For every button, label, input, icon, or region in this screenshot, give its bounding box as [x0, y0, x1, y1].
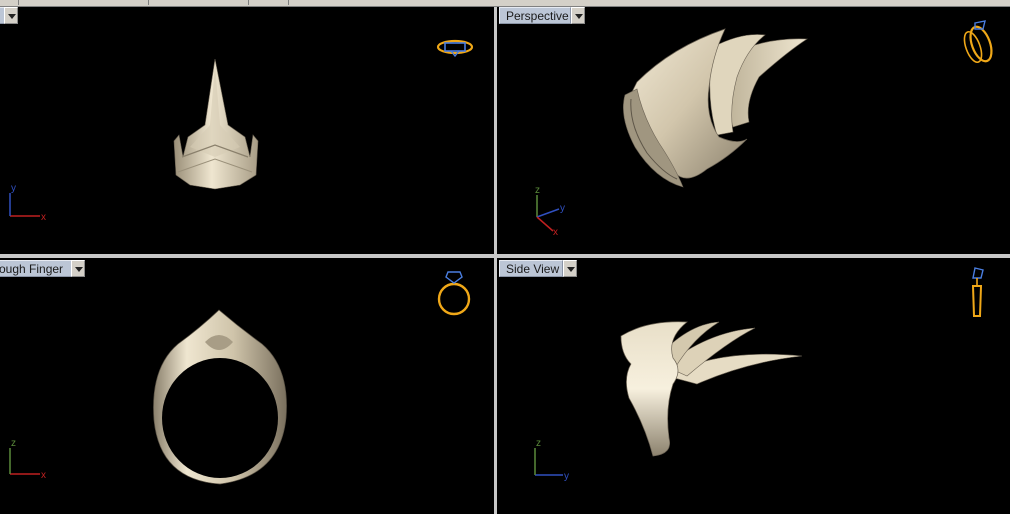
toolbar-segment[interactable] [0, 0, 19, 5]
axis-label-z: z [536, 438, 541, 449]
viewport-menu-arrow-icon[interactable] [571, 7, 585, 24]
axis-label-x: x [553, 227, 558, 238]
viewport-top-scene: x y [9, 39, 474, 223]
viewport-menu-arrow-icon[interactable] [71, 260, 85, 277]
ring-orientation-top-icon[interactable] [436, 39, 474, 58]
axis-label-x: x [41, 212, 46, 223]
ring-orientation-side-icon[interactable] [971, 267, 984, 317]
axis-label-y: y [564, 471, 569, 482]
axis-label-z: z [11, 438, 16, 449]
viewport-through-finger-title[interactable]: ough Finger [0, 260, 72, 277]
viewport-perspective-title[interactable]: Perspective [499, 7, 571, 24]
toolbar-segment[interactable] [18, 0, 149, 5]
axis-label-y: y [11, 183, 16, 194]
viewport-menu-arrow-icon[interactable] [563, 260, 577, 277]
axis-triad-front: x z [9, 438, 46, 481]
axis-triad-perspective: z y x [535, 185, 565, 238]
ring-orientation-perspective-icon[interactable] [961, 20, 996, 64]
ring-model-side[interactable] [620, 321, 803, 457]
axis-label-z: z [535, 185, 540, 196]
ring-model-front[interactable] [153, 309, 287, 485]
top-toolbar-strip [0, 0, 1010, 7]
axis-label-x: x [41, 470, 46, 481]
ring-orientation-front-icon[interactable] [437, 271, 471, 316]
viewport-side[interactable]: y z Side View [497, 258, 1010, 514]
axis-triad-top: x y [9, 183, 46, 223]
viewport-perspective[interactable]: z y x Perspective [497, 7, 1010, 254]
viewport-menu-arrow-icon[interactable] [4, 7, 18, 24]
viewport-side-title[interactable]: Side View [499, 260, 563, 277]
ring-model-top[interactable] [173, 58, 259, 190]
viewport-perspective-scene: z y x [535, 20, 996, 238]
viewport-side-scene: y z [534, 267, 984, 482]
viewport-top[interactable]: x y [0, 7, 494, 254]
viewport-through-finger-scene: x z [9, 271, 471, 485]
axis-label-y: y [560, 203, 565, 214]
ring-model-perspective[interactable] [623, 28, 808, 188]
axis-triad-side: y z [534, 438, 569, 482]
toolbar-segment[interactable] [148, 0, 249, 5]
toolbar-segment[interactable] [248, 0, 289, 5]
viewport-through-finger[interactable]: x z ough Finger [0, 258, 494, 514]
